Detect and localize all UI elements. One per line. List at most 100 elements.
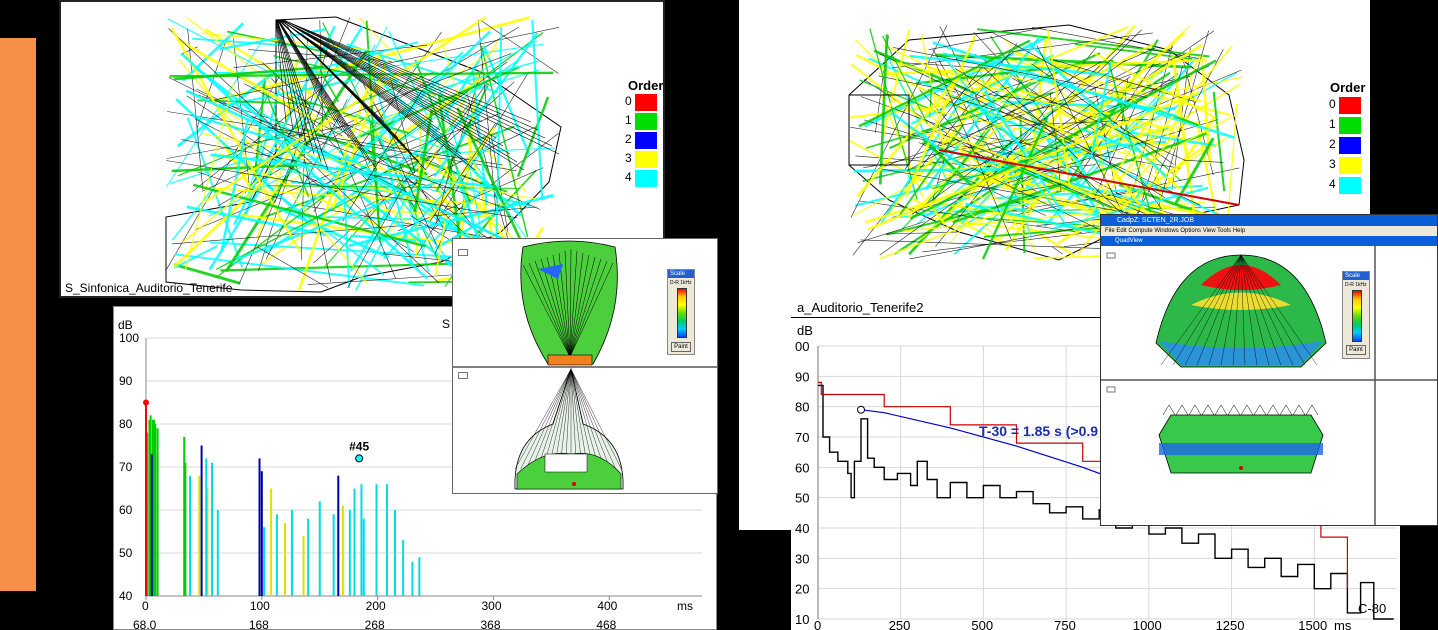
scale-legend-large: Scale D-R 1kHz Paint (1342, 271, 1370, 359)
x-tick-label-secondary: 268 (365, 618, 385, 630)
roof-wire (1266, 404, 1280, 416)
y-tick-label: 50 (119, 546, 133, 560)
quadview-small[interactable]: Scale D-R 1kHz Paint (452, 238, 718, 494)
roof-wire (1214, 404, 1228, 416)
t30-label: T-30 = 1.85 s (>0.9 (979, 423, 1099, 439)
ray (1212, 91, 1226, 192)
x-axis-label: ms (1334, 618, 1352, 630)
pane-restore-icon (1106, 386, 1116, 393)
x-tick-label: 1000 (1133, 618, 1162, 630)
legend-order-2: 2 (625, 132, 632, 146)
reflection-marker (355, 454, 364, 463)
left-caption: S_Sinfonica_Auditorio_Tenerife (65, 281, 233, 295)
roof-wire (1253, 404, 1267, 416)
roof-wire (1227, 404, 1241, 416)
pane-restore-button-top[interactable] (458, 249, 468, 256)
left-legend-title: Order (628, 78, 664, 93)
x-tick-label: 250 (889, 618, 911, 630)
y-tick-label: 90 (795, 369, 809, 384)
x-axis-label: ms (677, 599, 693, 613)
y-tick-label: 60 (119, 503, 133, 517)
legend-swatch-2 (1339, 137, 1361, 154)
hall-shell-top (520, 240, 618, 365)
legend-order-1: 1 (1329, 117, 1336, 131)
scale-legend-small: Scale D-R 1kHz Paint (667, 269, 695, 355)
x-tick-label: 100 (250, 599, 270, 613)
ray (909, 224, 1095, 260)
y-axis-label: dB (797, 323, 813, 338)
y-tick-label: 20 (795, 582, 809, 597)
ray (937, 65, 1210, 184)
legend-order-3: 3 (625, 151, 632, 165)
y-tick-label: 40 (119, 589, 133, 603)
x-tick-label-secondary: 168 (249, 618, 269, 630)
x-tick-label-secondary: 468 (596, 618, 616, 630)
x-tick-label: 400 (597, 599, 617, 613)
orange-side-bar (0, 38, 36, 591)
ray (433, 32, 539, 177)
legend-order-1: 1 (625, 113, 632, 127)
scale-label: D-R 1kHz (670, 280, 692, 286)
scale-label-large: D-R 1kHz (1345, 282, 1367, 288)
c80-label: C-80 (1358, 601, 1387, 616)
quadview-window[interactable]: CadpZ: SCTEN_2R.JOB File Edit Compute Wi… (1100, 214, 1438, 526)
pane-restore-button-bottom[interactable] (458, 372, 468, 379)
y-tick-label: 00 (795, 339, 809, 354)
source-dot (1239, 466, 1243, 470)
ray (173, 245, 218, 269)
legend-order-2: 2 (1329, 137, 1336, 151)
x-tick-label: 1500 (1298, 618, 1327, 630)
x-tick-label-secondary: 68.0 (133, 618, 157, 630)
scale-title: Scale (668, 270, 694, 278)
roof-wire (1305, 404, 1319, 416)
roof-wire (1240, 404, 1254, 416)
source-dot (572, 482, 576, 486)
x-tick-label: 0 (142, 599, 149, 613)
scale-gradient-large (1352, 290, 1362, 342)
legend-swatch-4 (1339, 177, 1361, 194)
roof-wire (1279, 404, 1293, 416)
roof-wire (1292, 404, 1306, 416)
fit-start-marker (857, 405, 866, 414)
legend-swatch-1 (635, 113, 657, 130)
right-legend-title: Order (1330, 80, 1366, 95)
decay-series-2 (860, 409, 1133, 487)
legend-swatch-0 (635, 94, 657, 111)
paint-button[interactable]: Paint (671, 342, 691, 352)
roof-wire (1162, 404, 1176, 416)
y-tick-label: 10 (795, 612, 809, 627)
scale-title-large: Scale (1343, 272, 1369, 280)
scale-gradient (677, 288, 687, 338)
x-tick-label: 200 (366, 599, 386, 613)
paint-button-large[interactable]: Paint (1346, 345, 1366, 355)
y-tick-label: 80 (795, 400, 809, 415)
ray (1183, 159, 1224, 163)
y-tick-label: 100 (119, 331, 139, 345)
y-tick-label: 60 (795, 460, 809, 475)
legend-order-4: 4 (625, 170, 632, 184)
legend-order-0: 0 (625, 94, 632, 108)
legend-order-0: 0 (1329, 97, 1336, 111)
floor-band (1159, 443, 1323, 455)
y-tick-label: 70 (119, 460, 133, 474)
y-tick-label: 40 (795, 521, 809, 536)
x-tick-label-secondary: 368 (481, 618, 501, 630)
y-tick-label: 80 (119, 417, 133, 431)
roof-wire (1188, 404, 1202, 416)
legend-order-3: 3 (1329, 157, 1336, 171)
legend-swatch-0 (1339, 97, 1361, 114)
y-tick-label: 50 (795, 491, 809, 506)
x-tick-label: 1250 (1216, 618, 1245, 630)
legend-swatch-1 (1339, 117, 1361, 134)
y-tick-label: 90 (119, 374, 133, 388)
roof-wire (1201, 404, 1215, 416)
legend-swatch-2 (635, 132, 657, 149)
quadview-large-canvas (1101, 246, 1437, 525)
x-tick-label: 500 (971, 618, 993, 630)
x-tick-label: 300 (482, 599, 502, 613)
legend-swatch-3 (1339, 157, 1361, 174)
x-tick-label: 750 (1054, 618, 1076, 630)
legend-swatch-4 (635, 170, 657, 187)
x-tick-label: 0 (814, 618, 821, 630)
stage (547, 354, 593, 366)
